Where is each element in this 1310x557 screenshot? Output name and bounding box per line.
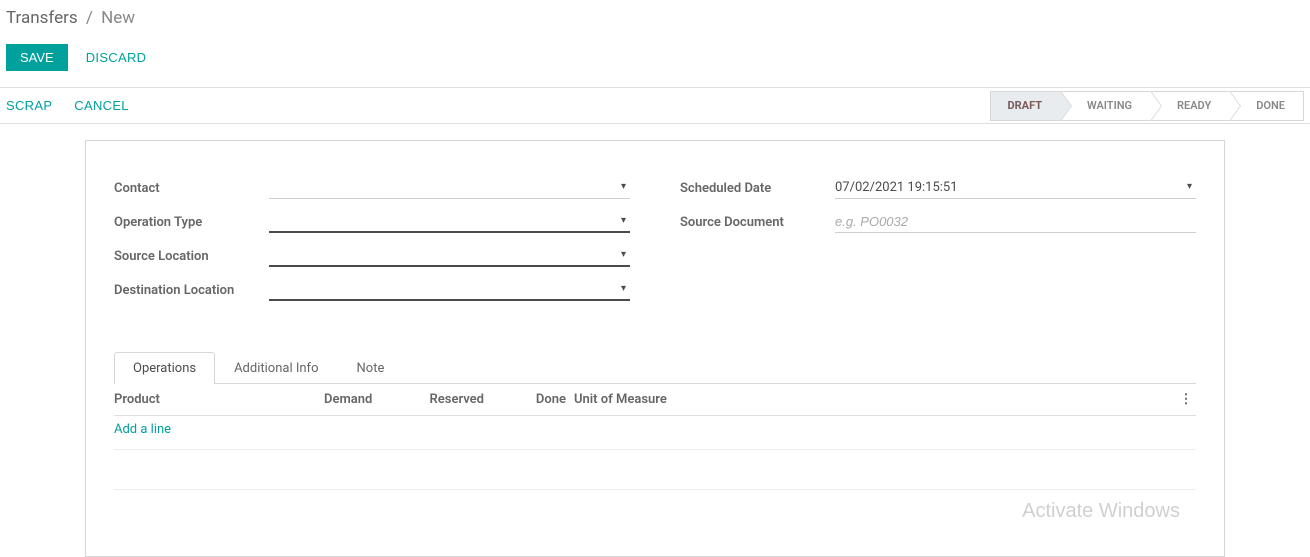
table-row: Add a line (114, 416, 1196, 450)
destination-location-field[interactable] (269, 282, 630, 297)
breadcrumb-root[interactable]: Transfers (6, 8, 78, 28)
source-document-label: Source Document (680, 215, 835, 230)
contact-input[interactable]: ▾ (269, 177, 630, 199)
destination-location-input[interactable]: ▾ (269, 279, 630, 301)
col-uom: Unit of Measure (574, 392, 1176, 407)
contact-field[interactable] (269, 180, 630, 195)
col-reserved: Reserved (414, 392, 514, 407)
status-ready[interactable]: READY (1151, 91, 1230, 121)
empty-row (114, 450, 1196, 490)
scheduled-date-label: Scheduled Date (680, 181, 835, 196)
tab-additional-info[interactable]: Additional Info (215, 352, 337, 384)
contact-label: Contact (114, 181, 269, 196)
operation-type-label: Operation Type (114, 215, 269, 230)
operation-type-field[interactable] (269, 214, 630, 229)
status-bar: DRAFT WAITING READY DONE (990, 91, 1304, 121)
status-waiting[interactable]: WAITING (1061, 91, 1151, 121)
source-document-input[interactable] (835, 211, 1196, 233)
tabs: Operations Additional Info Note (114, 351, 1196, 384)
table-body: Add a line (114, 416, 1196, 556)
cancel-button[interactable]: CANCEL (74, 98, 129, 113)
status-draft[interactable]: DRAFT (990, 91, 1061, 121)
form-sheet: Contact ▾ Operation Type ▾ Source Locati… (85, 140, 1225, 557)
add-line-link[interactable]: Add a line (114, 422, 171, 437)
caret-icon: ▾ (1187, 181, 1192, 192)
form-action-row: SCRAP CANCEL DRAFT WAITING READY DONE (0, 88, 1310, 124)
operation-type-input[interactable]: ▾ (269, 211, 630, 233)
source-location-input[interactable]: ▾ (269, 245, 630, 267)
col-done: Done (514, 392, 574, 407)
tab-operations[interactable]: Operations (114, 352, 215, 384)
breadcrumb: Transfers / New (0, 0, 1310, 36)
breadcrumb-sep: / (86, 8, 93, 28)
scheduled-date-input[interactable]: 07/02/2021 19:15:51 ▾ (835, 177, 1196, 199)
col-demand: Demand (324, 392, 414, 407)
top-action-bar: SAVE DISCARD (0, 36, 1310, 88)
kebab-icon[interactable]: ⋮ (1176, 392, 1196, 407)
scrap-button[interactable]: SCRAP (6, 98, 52, 113)
save-button[interactable]: SAVE (6, 44, 68, 71)
destination-location-label: Destination Location (114, 283, 269, 298)
status-done[interactable]: DONE (1230, 91, 1304, 121)
tab-note[interactable]: Note (338, 352, 404, 384)
source-document-field[interactable] (835, 214, 1196, 229)
source-location-label: Source Location (114, 249, 269, 264)
scheduled-date-value: 07/02/2021 19:15:51 (835, 180, 958, 195)
discard-button[interactable]: DISCARD (86, 50, 147, 65)
col-product: Product (114, 392, 324, 407)
source-location-field[interactable] (269, 248, 630, 263)
table-header: Product Demand Reserved Done Unit of Mea… (114, 384, 1196, 416)
breadcrumb-current: New (101, 8, 135, 28)
